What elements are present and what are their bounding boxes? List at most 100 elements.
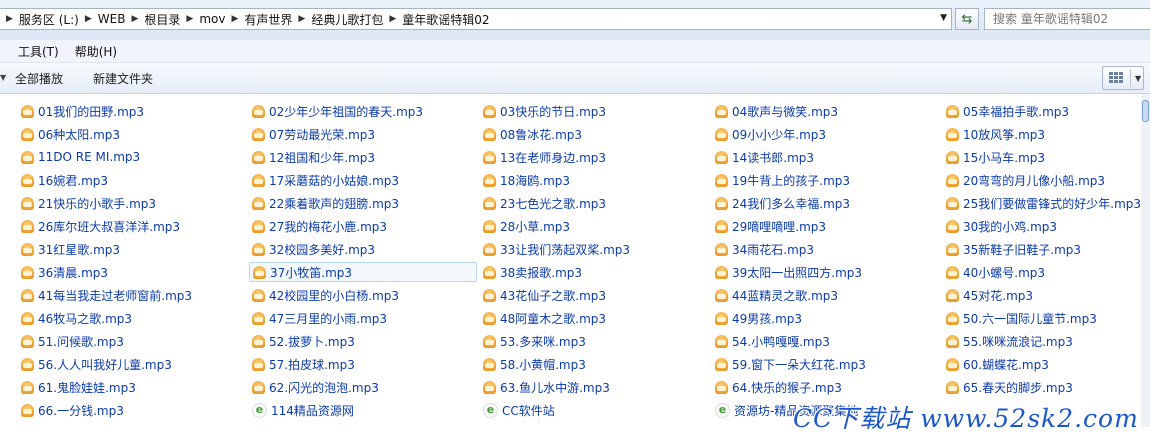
file-item[interactable]: e CC软件站 [480, 400, 706, 420]
file-name: 63.鱼儿水中游.mp3 [500, 380, 610, 395]
file-item[interactable]: 54.小鸭嘎嘎.mp3 [712, 331, 938, 351]
file-item[interactable]: 51.问候歌.mp3 [18, 331, 243, 351]
file-item[interactable]: 53.多来咪.mp3 [480, 331, 706, 351]
chevron-right-icon[interactable]: ▶ [131, 14, 138, 24]
breadcrumb-item[interactable]: ▶ mov [180, 12, 225, 26]
file-item[interactable]: 29嘀哩嘀哩.mp3 [712, 216, 938, 236]
chevron-right-icon[interactable]: ▶ [231, 14, 238, 24]
file-item[interactable]: 38卖报歌.mp3 [480, 262, 706, 282]
file-item[interactable]: 27我的梅花小鹿.mp3 [249, 216, 477, 236]
chevron-right-icon[interactable]: ▶ [389, 14, 396, 24]
file-item[interactable]: 31红星歌.mp3 [18, 239, 243, 259]
file-item[interactable]: 52.拔萝卜.mp3 [249, 331, 477, 351]
file-item[interactable]: 26库尔班大叔喜洋洋.mp3 [18, 216, 243, 236]
vertical-scrollbar[interactable] [1141, 94, 1150, 427]
menu-help[interactable]: 帮助(H) [67, 43, 125, 60]
file-item[interactable]: 46牧马之歌.mp3 [18, 308, 243, 328]
file-item[interactable]: 23七色光之歌.mp3 [480, 193, 706, 213]
file-item[interactable]: 43花仙子之歌.mp3 [480, 285, 706, 305]
file-item[interactable]: 18海鸥.mp3 [480, 170, 706, 190]
file-item[interactable]: 65.春天的脚步.mp3 [943, 377, 1141, 397]
file-list[interactable]: 01我们的田野.mp3 06种太阳.mp3 11DO RE MI.mp3 16婉君.m… [0, 94, 1141, 427]
file-item[interactable]: 12祖国和少年.mp3 [249, 147, 477, 167]
file-item[interactable]: 24我们多么幸福.mp3 [712, 193, 938, 213]
file-item[interactable]: 20弯弯的月儿像小船.mp3 [943, 170, 1141, 190]
file-item[interactable]: 44蓝精灵之歌.mp3 [712, 285, 938, 305]
file-item[interactable]: 08鲁冰花.mp3 [480, 124, 706, 144]
chevron-down-icon[interactable]: ▼ [0, 73, 6, 82]
file-item[interactable]: 50.六一国际儿童节.mp3 [943, 308, 1141, 328]
file-item[interactable]: 59.窗下一朵大红花.mp3 [712, 354, 938, 374]
file-item[interactable]: 35新鞋子旧鞋子.mp3 [943, 239, 1141, 259]
chevron-down-icon[interactable]: ▼ [940, 13, 947, 23]
file-item[interactable]: 48阿童木之歌.mp3 [480, 308, 706, 328]
file-item[interactable]: 13在老师身边.mp3 [480, 147, 706, 167]
chevron-right-icon[interactable]: ▶ [85, 14, 92, 24]
file-item[interactable]: 33让我们荡起双桨.mp3 [480, 239, 706, 259]
chevron-down-icon[interactable]: ▼ [1135, 74, 1141, 83]
file-item[interactable]: 30我的小鸡.mp3 [943, 216, 1141, 236]
file-item[interactable]: 40小螺号.mp3 [943, 262, 1141, 282]
file-item[interactable]: 57.拍皮球.mp3 [249, 354, 477, 374]
file-item[interactable]: 37小牧笛.mp3 [249, 262, 477, 282]
file-item[interactable]: 11DO RE MI.mp3 [18, 147, 243, 167]
file-item[interactable]: 42校园里的小白杨.mp3 [249, 285, 477, 305]
file-item[interactable]: 25我们要做雷锋式的好少年.mp3 [943, 193, 1141, 213]
breadcrumb-item[interactable]: ▶ 童年歌谣特辑02 [383, 11, 489, 28]
file-item[interactable]: 45对花.mp3 [943, 285, 1141, 305]
breadcrumb-item[interactable]: ▶ 服务区 (L:) [0, 11, 79, 28]
file-item[interactable]: 17采蘑菇的小姑娘.mp3 [249, 170, 477, 190]
file-item[interactable]: 61.鬼脸娃娃.mp3 [18, 377, 243, 397]
file-item[interactable]: 39太阳一出照四方.mp3 [712, 262, 938, 282]
file-item[interactable]: 03快乐的节日.mp3 [480, 101, 706, 121]
file-item[interactable]: 16婉君.mp3 [18, 170, 243, 190]
file-item[interactable]: 01我们的田野.mp3 [18, 101, 243, 121]
file-item[interactable]: 14读书郎.mp3 [712, 147, 938, 167]
file-item[interactable]: 58.小黄帽.mp3 [480, 354, 706, 374]
file-item[interactable]: 41每当我走过老师窗前.mp3 [18, 285, 243, 305]
breadcrumb-item[interactable]: ▶ 经典儿歌打包 [292, 11, 383, 28]
file-item[interactable]: 60.蝴蝶花.mp3 [943, 354, 1141, 374]
file-item[interactable]: e 114精品资源网 [249, 400, 477, 420]
new-folder-button[interactable]: 新建文件夹 [78, 70, 168, 87]
file-name: 35新鞋子旧鞋子.mp3 [963, 242, 1082, 257]
file-item[interactable]: 04歌声与微笑.mp3 [712, 101, 938, 121]
breadcrumb-item[interactable]: ▶ 根目录 [125, 11, 180, 28]
chevron-right-icon[interactable]: ▶ [298, 14, 305, 24]
file-item[interactable]: 56.人人叫我好儿童.mp3 [18, 354, 243, 374]
refresh-icon: ⇆ [961, 11, 973, 27]
file-item[interactable]: 62.闪光的泡泡.mp3 [249, 377, 477, 397]
scrollbar-thumb[interactable] [1142, 100, 1149, 122]
search-box[interactable] [984, 8, 1150, 30]
breadcrumb-item[interactable]: ▶ 有声世界 [225, 11, 292, 28]
file-item[interactable]: 07劳动最光荣.mp3 [249, 124, 477, 144]
file-item[interactable]: 10放风筝.mp3 [943, 124, 1141, 144]
breadcrumb-item[interactable]: ▶ WEB [79, 12, 126, 26]
file-item[interactable]: 36清晨.mp3 [18, 262, 243, 282]
file-item[interactable]: 05幸福拍手歌.mp3 [943, 101, 1141, 121]
file-item[interactable]: 32校园多美好.mp3 [249, 239, 477, 259]
file-item[interactable]: 66.一分钱.mp3 [18, 400, 243, 420]
file-item[interactable]: 47三月里的小雨.mp3 [249, 308, 477, 328]
file-item[interactable]: 09小小少年.mp3 [712, 124, 938, 144]
file-item[interactable]: 02少年少年祖国的春天.mp3 [249, 101, 477, 121]
file-item[interactable]: 34雨花石.mp3 [712, 239, 938, 259]
file-item[interactable]: 28小草.mp3 [480, 216, 706, 236]
file-item[interactable]: 64.快乐的猴子.mp3 [712, 377, 938, 397]
view-options-button[interactable]: ▼ [1102, 66, 1144, 90]
address-bar[interactable]: ▶ 服务区 (L:) ▶ WEB ▶ 根目录 ▶ mov ▶ 有声世界 ▶ 经典儿歌打包 ▶ 童年歌谣特辑… [0, 8, 952, 30]
play-all-button[interactable]: 全部播放 [0, 70, 78, 87]
chevron-right-icon[interactable]: ▶ [6, 14, 13, 24]
file-item[interactable]: 06种太阳.mp3 [18, 124, 243, 144]
refresh-button[interactable]: ⇆ [955, 8, 979, 30]
file-item[interactable]: 63.鱼儿水中游.mp3 [480, 377, 706, 397]
menu-tools[interactable]: 工具(T) [0, 43, 67, 60]
file-item[interactable]: 55.咪咪流浪记.mp3 [943, 331, 1141, 351]
file-item[interactable]: 19牛背上的孩子.mp3 [712, 170, 938, 190]
file-item[interactable]: 49男孩.mp3 [712, 308, 938, 328]
file-item[interactable]: 22乘着歌声的翅膀.mp3 [249, 193, 477, 213]
file-item[interactable]: 21快乐的小歌手.mp3 [18, 193, 243, 213]
file-item[interactable]: 15小马车.mp3 [943, 147, 1141, 167]
chevron-right-icon[interactable]: ▶ [186, 14, 193, 24]
search-input[interactable] [991, 11, 1145, 27]
